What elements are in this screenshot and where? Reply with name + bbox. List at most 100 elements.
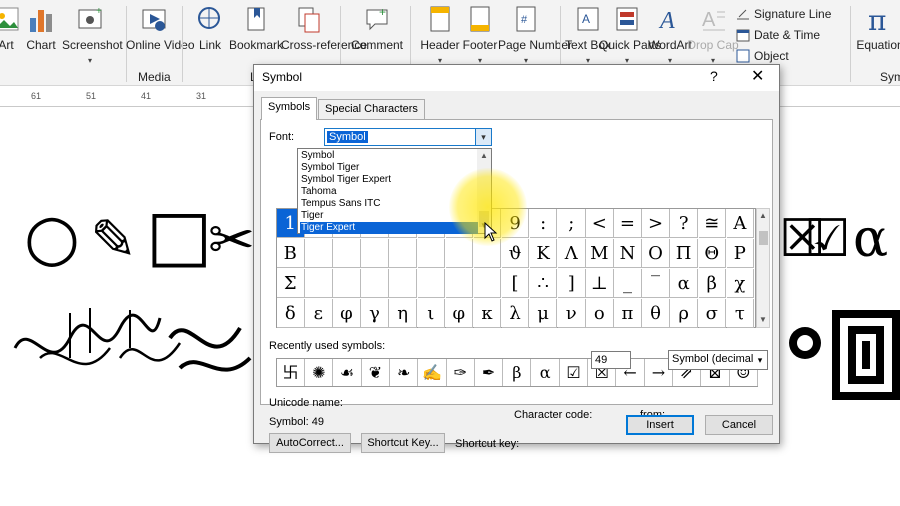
font-option[interactable]: Symbol [300, 150, 478, 162]
ribbon-drop-cap-button[interactable]: A Drop Cap ▾ [685, 2, 741, 68]
symbol-cell[interactable]: B [277, 239, 305, 268]
symbol-cell[interactable]: 9 [501, 209, 530, 238]
symbol-cell[interactable]: ν [558, 299, 586, 328]
symbol-cell[interactable]: σ [698, 299, 726, 328]
ribbon-screenshot-button[interactable]: + Screenshot ▾ [62, 2, 123, 68]
font-option[interactable]: Tahoma [300, 186, 478, 198]
font-option[interactable]: Tiger Expert [300, 222, 478, 234]
symbol-cell[interactable] [305, 239, 333, 268]
recent-symbol-cell[interactable]: ✑ [447, 359, 475, 386]
symbol-cell[interactable] [473, 269, 502, 298]
recent-symbol-cell[interactable]: ☑ [560, 359, 588, 386]
symbol-cell[interactable]: ∴ [529, 269, 558, 298]
symbol-cell[interactable]: Σ [277, 269, 305, 298]
symbol-cell[interactable]: μ [529, 299, 558, 328]
symbol-cell[interactable]: ≅ [698, 209, 726, 238]
close-button[interactable]: ✕ [751, 66, 764, 86]
ribbon-online-video-button[interactable]: Online Video [126, 2, 195, 53]
dialog-titlebar[interactable]: Symbol ? ✕ [254, 65, 779, 91]
autocorrect-button[interactable]: AutoCorrect... [269, 433, 351, 453]
symbol-cell[interactable]: = [614, 209, 642, 238]
symbol-cell[interactable] [417, 269, 445, 298]
symbol-cell[interactable]: P [726, 239, 755, 268]
symbol-cell[interactable] [445, 269, 474, 298]
symbol-cell[interactable]: η [389, 299, 417, 328]
symbol-cell[interactable]: Λ [558, 239, 586, 268]
scroll-up-icon[interactable]: ▲ [480, 151, 488, 160]
symbol-cell[interactable]: A [726, 209, 755, 238]
symbol-cell[interactable]: λ [501, 299, 530, 328]
symbol-cell[interactable]: κ [473, 299, 502, 328]
symbol-cell[interactable]: γ [361, 299, 389, 328]
object-button[interactable]: Object [736, 49, 789, 63]
ribbon-comment-button[interactable]: + Comment [349, 2, 405, 53]
symbol-cell[interactable]: θ [642, 299, 670, 328]
symbol-cell[interactable]: _ [614, 269, 642, 298]
font-list-scrollbar[interactable]: ▲ ▼ [477, 149, 491, 233]
symbol-cell[interactable]: α [670, 269, 698, 298]
ribbon-bookmark-button[interactable]: Bookmark [228, 2, 284, 53]
recent-symbol-cell[interactable]: ☙ [334, 359, 362, 386]
symbol-cell[interactable]: > [642, 209, 670, 238]
recent-symbol-cell[interactable]: 卐 [277, 359, 305, 386]
symbol-cell[interactable]: Π [670, 239, 698, 268]
symbol-cell[interactable] [333, 239, 361, 268]
symbol-cell[interactable] [333, 269, 361, 298]
font-option[interactable]: Tempus Sans ITC [300, 198, 478, 210]
symbol-cell[interactable]: ] [558, 269, 586, 298]
symbol-cell[interactable]: χ [726, 269, 755, 298]
symbol-cell[interactable]: N [614, 239, 642, 268]
symbol-cell[interactable]: ο [586, 299, 614, 328]
symbol-cell[interactable]: ‾ [642, 269, 670, 298]
tab-special-characters[interactable]: Special Characters [318, 99, 425, 119]
recent-symbol-cell[interactable]: β [503, 359, 532, 386]
recent-symbol-cell[interactable]: α [532, 359, 560, 386]
symbol-cell[interactable]: ⊥ [586, 269, 614, 298]
cancel-button[interactable]: Cancel [705, 415, 773, 435]
font-dropdown-list[interactable]: ▲ ▼ Symbol Symbol Tiger Symbol Tiger Exper… [297, 148, 492, 234]
symbol-cell[interactable] [361, 239, 389, 268]
symbol-cell[interactable]: δ [277, 299, 305, 328]
font-select[interactable]: Symbol ▾ [324, 128, 492, 146]
symbol-cell[interactable] [389, 269, 417, 298]
symbol-cell[interactable]: : [529, 209, 558, 238]
symbol-cell[interactable]: β [698, 269, 726, 298]
symbol-cell[interactable] [417, 239, 445, 268]
recent-symbol-cell[interactable]: ✒ [475, 359, 504, 386]
symbol-cell[interactable]: Θ [698, 239, 726, 268]
ribbon-cross-reference-button[interactable]: Cross-reference [281, 2, 367, 53]
recent-symbol-cell[interactable]: ❧ [390, 359, 419, 386]
symbol-cell[interactable]: ε [305, 299, 333, 328]
font-option[interactable]: Tiger [300, 210, 478, 222]
character-code-input[interactable]: 49 [591, 351, 631, 369]
signature-line-button[interactable]: Signature Line [736, 7, 831, 21]
symbol-cell[interactable]: π [614, 299, 642, 328]
symbol-cell[interactable]: ϑ [501, 239, 530, 268]
scroll-up-icon[interactable]: ▲ [759, 211, 767, 220]
symbol-cell[interactable]: ? [670, 209, 698, 238]
ribbon-page-number-button[interactable]: # Page Number ▾ [498, 2, 572, 68]
symbol-cell[interactable]: O [642, 239, 670, 268]
help-button[interactable]: ? [710, 68, 718, 84]
tab-symbols[interactable]: Symbols [261, 97, 318, 120]
symbol-grid-scrollbar[interactable]: ▲ ▼ [756, 208, 770, 328]
chevron-down-icon[interactable]: ▾ [475, 129, 491, 145]
symbol-cell[interactable] [445, 239, 474, 268]
from-select[interactable]: Symbol (decimal) ▾ [668, 350, 768, 370]
symbol-cell[interactable] [361, 269, 389, 298]
symbol-cell[interactable]: K [529, 239, 558, 268]
symbol-cell[interactable]: τ [726, 299, 755, 328]
symbol-cell[interactable]: φ [333, 299, 361, 328]
symbol-cell[interactable]: ι [417, 299, 445, 328]
symbol-cell[interactable] [389, 239, 417, 268]
shortcut-key-button[interactable]: Shortcut Key... [361, 433, 445, 453]
recent-symbol-cell[interactable]: ✺ [305, 359, 334, 386]
ribbon-chart-button[interactable]: Chart [13, 2, 69, 53]
date-time-button[interactable]: Date & Time [736, 28, 820, 42]
symbol-cell[interactable]: ρ [670, 299, 698, 328]
chevron-down-icon[interactable]: ▾ [753, 351, 767, 369]
symbol-cell[interactable]: φ [445, 299, 474, 328]
font-option[interactable]: Symbol Tiger [300, 162, 478, 174]
recent-symbol-cell[interactable]: ✍ [419, 359, 447, 386]
symbol-cell[interactable]: ; [558, 209, 586, 238]
